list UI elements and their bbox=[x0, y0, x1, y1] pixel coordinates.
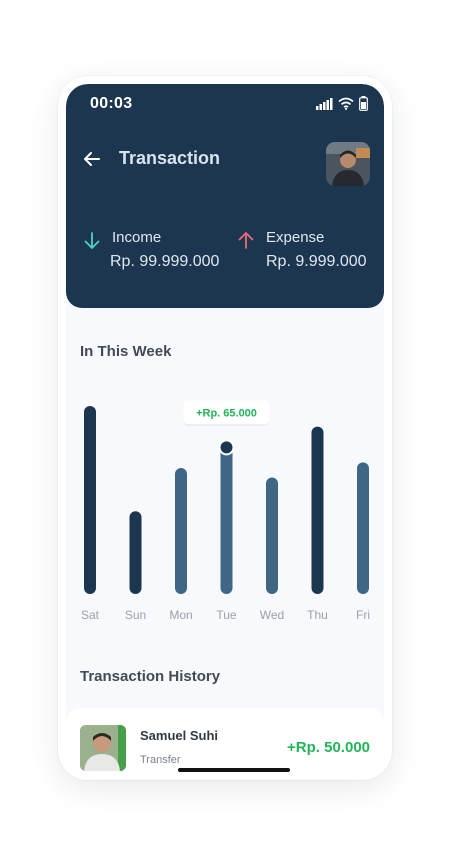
tooltip-value: +Rp. 65.000 bbox=[196, 407, 257, 419]
selected-point[interactable] bbox=[218, 439, 235, 456]
user-name: Samuel Suhi bbox=[140, 728, 219, 743]
signal-icon bbox=[316, 97, 333, 110]
bar-sat[interactable] bbox=[84, 406, 96, 594]
battery-icon bbox=[359, 96, 368, 111]
person-photo-icon bbox=[326, 142, 370, 186]
day-label-sat: Sat bbox=[81, 608, 100, 622]
day-label-mon: Mon bbox=[169, 608, 192, 622]
wifi-icon bbox=[338, 97, 354, 110]
bar-fri[interactable] bbox=[357, 462, 369, 594]
bar-sun[interactable] bbox=[129, 511, 142, 594]
arrow-left-icon bbox=[84, 152, 100, 166]
bar-wed[interactable] bbox=[266, 477, 278, 594]
day-label-thu: Thu bbox=[307, 608, 328, 622]
weekly-chart: Sat Sun Mon Tue +Rp. 65.000 Wed Thu Fri bbox=[81, 400, 370, 622]
day-label-tue: Tue bbox=[216, 608, 237, 622]
screen: 00:03 Transaction Income Rp. 99.999.000 … bbox=[66, 84, 384, 780]
profile-avatar[interactable] bbox=[326, 142, 370, 186]
arrow-up-icon bbox=[238, 232, 254, 249]
transaction-type: Transfer bbox=[140, 754, 181, 766]
page-title: Transaction bbox=[119, 148, 221, 168]
income-amount: Rp. 99.999.000 bbox=[110, 253, 220, 270]
phone-frame: 00:03 Transaction Income Rp. 99.999.000 … bbox=[58, 76, 392, 780]
expense-label: Expense bbox=[266, 229, 325, 246]
person-photo-icon bbox=[80, 725, 126, 771]
expense-amount: Rp. 9.999.000 bbox=[266, 253, 367, 270]
back-button[interactable] bbox=[80, 147, 104, 171]
home-indicator[interactable] bbox=[178, 768, 290, 772]
transaction-header: 00:03 Transaction Income Rp. 99.999.000 … bbox=[66, 84, 384, 308]
user-photo bbox=[80, 725, 126, 771]
history-title: Transaction History bbox=[80, 668, 221, 685]
status-icons bbox=[316, 96, 368, 111]
status-time: 00:03 bbox=[90, 95, 133, 112]
day-label-fri: Fri bbox=[356, 608, 370, 622]
bar-tue[interactable] bbox=[220, 447, 233, 594]
bar-thu[interactable] bbox=[311, 426, 324, 594]
bar-mon[interactable] bbox=[175, 468, 187, 594]
arrow-down-icon bbox=[84, 232, 100, 249]
week-title: In This Week bbox=[80, 343, 172, 360]
day-label-wed: Wed bbox=[260, 608, 284, 622]
day-label-sun: Sun bbox=[125, 608, 146, 622]
income-label: Income bbox=[112, 229, 162, 246]
transaction-amount: +Rp. 50.000 bbox=[287, 739, 370, 756]
